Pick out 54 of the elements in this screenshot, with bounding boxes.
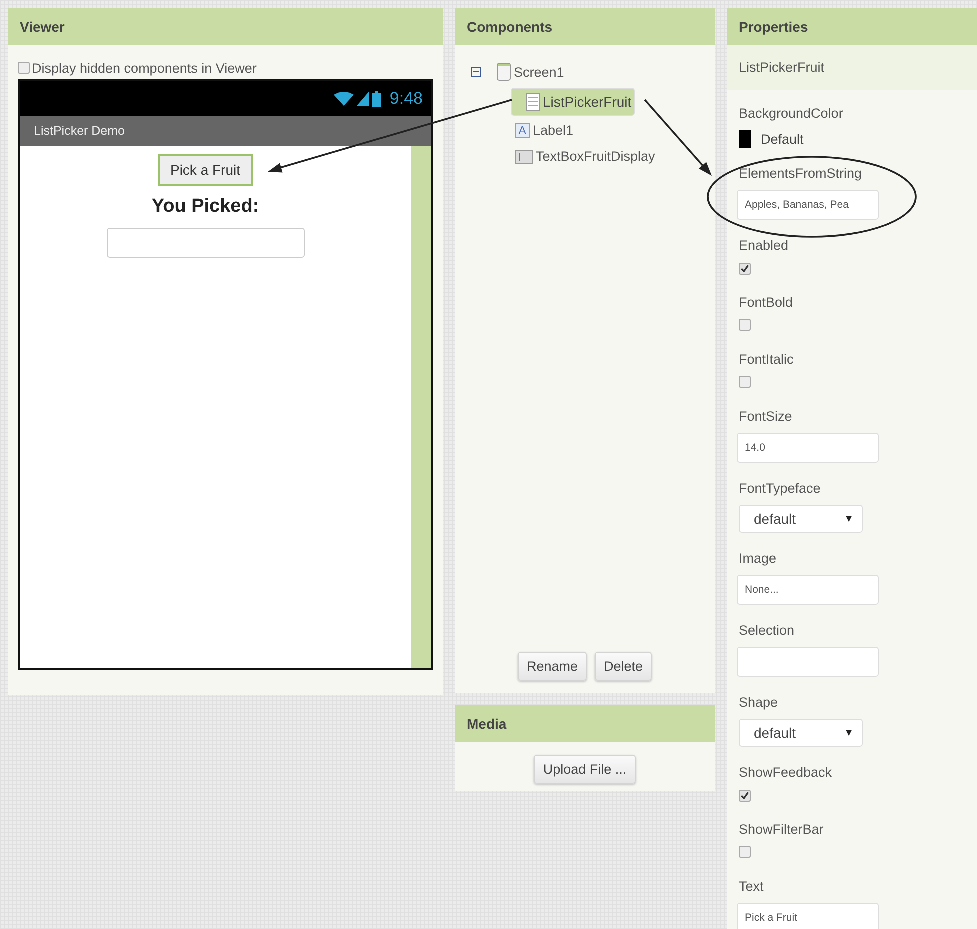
app-title: ListPicker Demo — [34, 124, 125, 138]
checkbox[interactable] — [739, 790, 751, 802]
property-label: ShowFilterBar — [739, 822, 824, 838]
property-label: ShowFeedback — [739, 765, 832, 781]
tree-item[interactable]: Screen1 — [493, 59, 568, 85]
input-field[interactable]: None... — [737, 575, 879, 605]
text-box[interactable] — [106, 228, 304, 258]
property-label: ElementsFromString — [739, 166, 862, 182]
checkbox[interactable] — [739, 319, 751, 331]
panel-header: Media — [455, 705, 715, 742]
action-button[interactable]: Delete — [595, 652, 652, 681]
property-label: BackgroundColor — [739, 106, 844, 122]
checkbox[interactable] — [739, 376, 751, 388]
property-label: Selection — [739, 623, 795, 639]
clock-time: 9:48 — [390, 88, 423, 108]
checkbox[interactable] — [739, 846, 751, 858]
battery-icon — [372, 90, 381, 106]
checkbox[interactable] — [18, 62, 30, 74]
list-icon — [526, 93, 540, 111]
property-label: FontItalic — [739, 352, 794, 368]
panel-header: Viewer — [8, 8, 443, 45]
property-label: FontSize — [739, 409, 792, 425]
checkbox[interactable] — [739, 263, 751, 275]
input-field[interactable]: Pick a Fruit — [737, 903, 879, 929]
tree-item[interactable]: A Label1 — [511, 119, 578, 142]
dropdown[interactable]: default ▼ — [739, 505, 863, 533]
component-name: ListPickerFruit — [727, 45, 977, 90]
property-label: Text — [739, 879, 764, 895]
upload-button[interactable]: Upload File ... — [534, 755, 636, 784]
property-label: Image — [739, 551, 777, 567]
property-label: FontBold — [739, 295, 794, 311]
dropdown[interactable]: default ▼ — [739, 719, 863, 747]
pick-button[interactable]: Pick a Fruit — [158, 154, 252, 186]
signal-icon — [356, 92, 369, 106]
checkbox-label: Display hidden components in Viewer — [32, 60, 257, 76]
property-label: Shape — [739, 695, 778, 711]
input-field[interactable]: Apples, Bananas, Pea — [737, 190, 879, 220]
tree-item[interactable]: ListPickerFruit — [511, 88, 635, 116]
property-label: Enabled — [739, 238, 789, 254]
wifi-icon — [334, 92, 354, 106]
action-button[interactable]: Rename — [518, 652, 587, 681]
input-field[interactable] — [737, 647, 879, 677]
screen-icon — [497, 63, 511, 81]
textbox-icon — [515, 150, 533, 164]
color-swatch[interactable] — [739, 130, 751, 148]
panel-header: Properties — [727, 8, 977, 45]
collapse-icon[interactable] — [471, 67, 481, 77]
tree-item[interactable]: TextBoxFruitDisplay — [511, 145, 660, 168]
color-value: Default — [761, 132, 804, 146]
input-field[interactable]: 14.0 — [737, 433, 879, 463]
property-label: FontTypeface — [739, 481, 821, 497]
heading-label: You Picked: — [152, 196, 260, 218]
panel-header: Components — [455, 8, 715, 45]
label-icon: A — [515, 123, 530, 138]
